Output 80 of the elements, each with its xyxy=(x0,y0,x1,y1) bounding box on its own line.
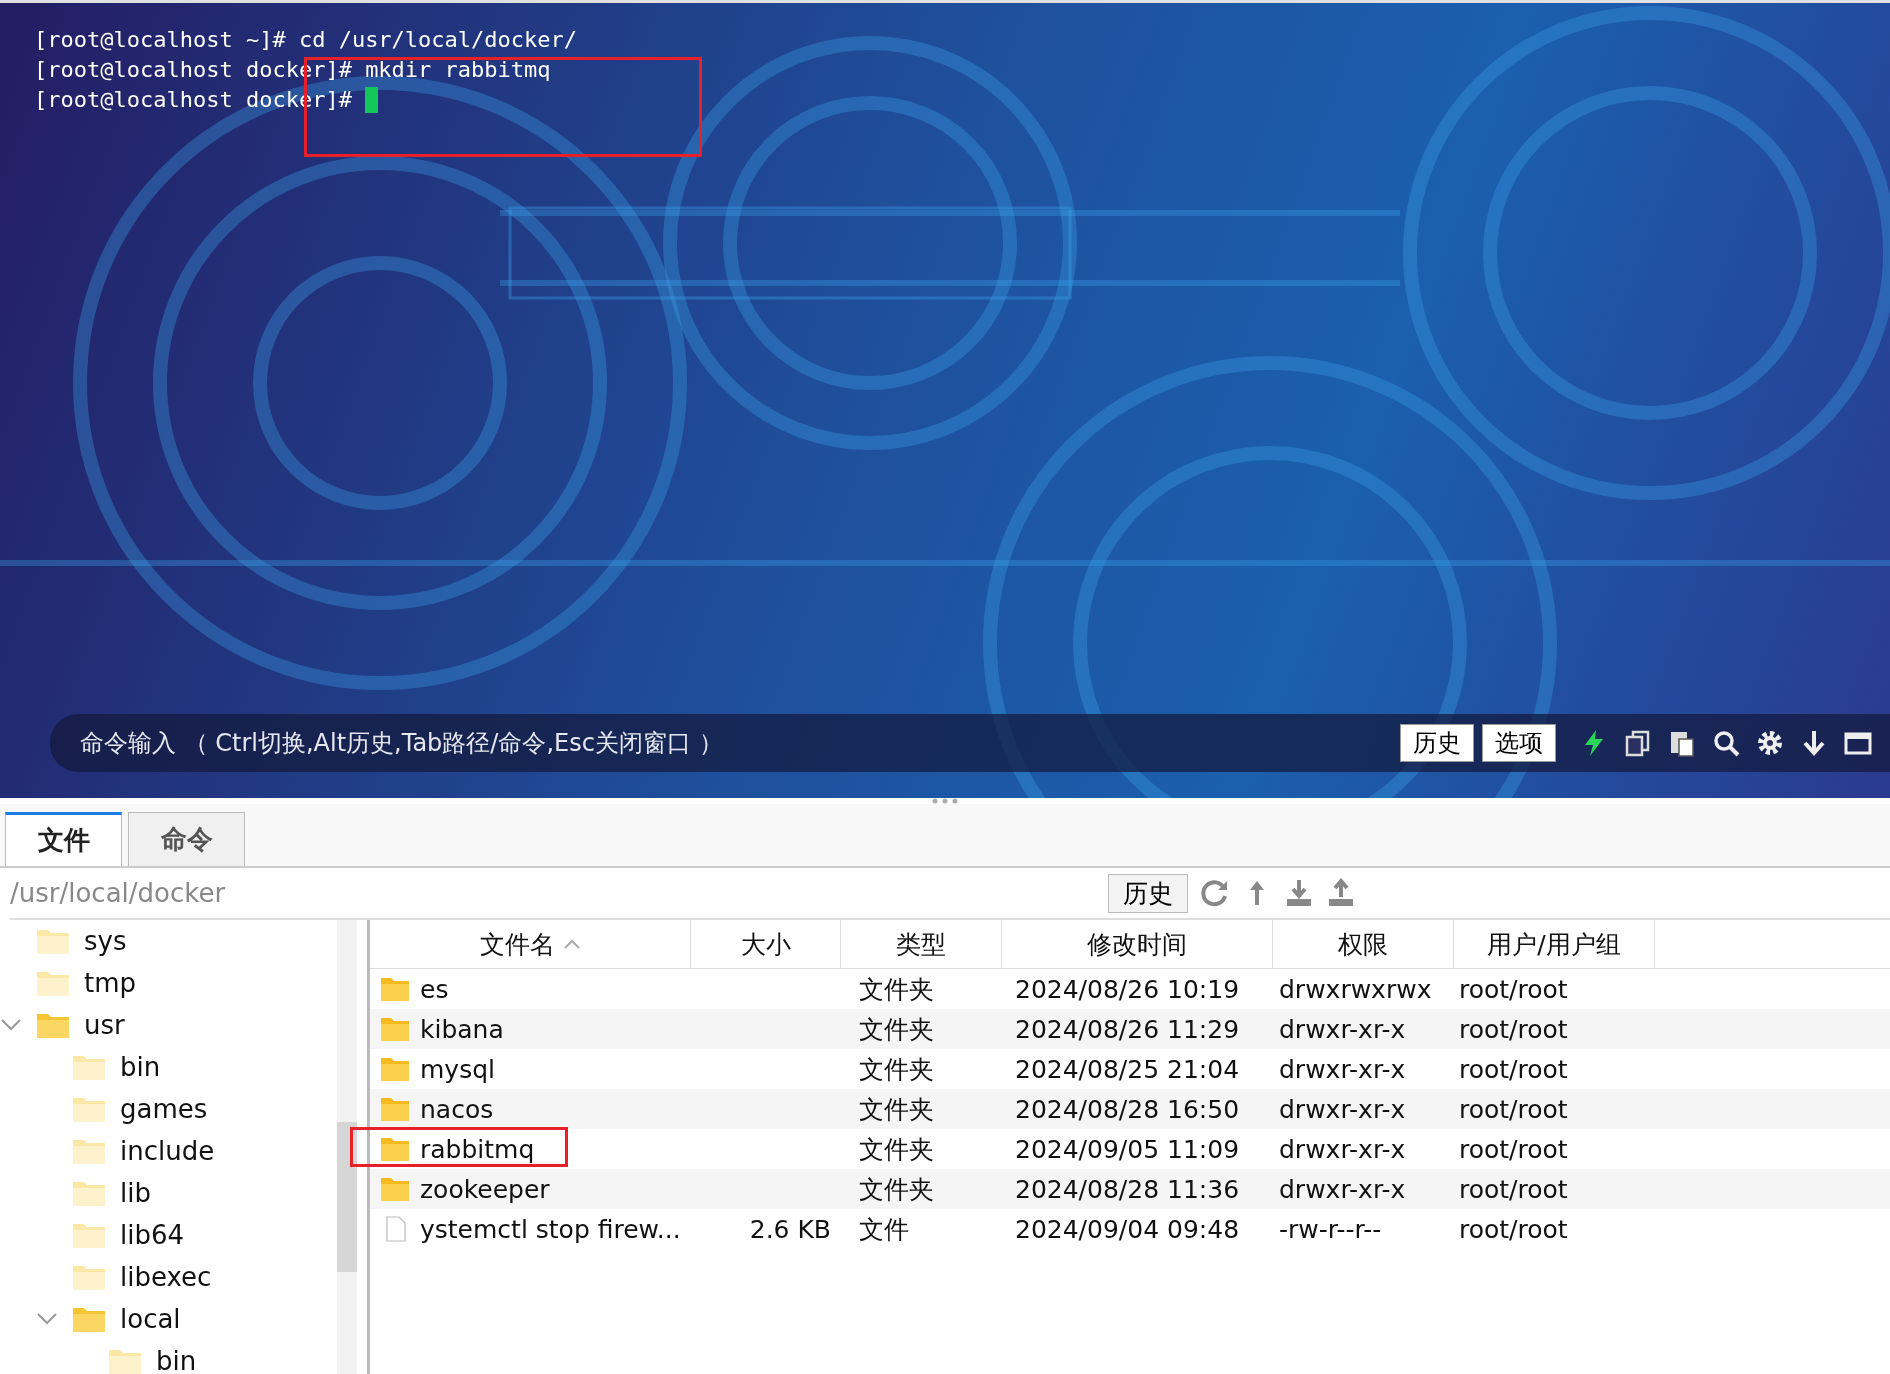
tree-item[interactable]: bin xyxy=(120,1052,161,1082)
folder-icon xyxy=(380,976,410,1002)
file-name[interactable]: ystemctl stop firew... xyxy=(420,1214,681,1244)
table-cell: 2024/08/26 10:19 xyxy=(1015,974,1240,1004)
terminal-line: [root@localhost ~]# cd /usr/local/docker/ xyxy=(34,26,578,54)
table-cell: root/root xyxy=(1459,1214,1568,1244)
tree-item[interactable]: lib xyxy=(120,1178,151,1208)
table-cell: -rw-r--r-- xyxy=(1279,1214,1382,1244)
table-cell: 2024/08/28 11:36 xyxy=(1015,1174,1240,1204)
table-cell: drwxr-xr-x xyxy=(1279,1134,1406,1164)
folder-icon xyxy=(380,1136,410,1162)
table-cell: 2.6 KB xyxy=(749,1214,831,1244)
tree-item[interactable]: bin xyxy=(156,1346,197,1374)
column-header[interactable]: 用户/用户组 xyxy=(1454,920,1655,968)
settings-icon[interactable] xyxy=(1756,729,1784,757)
tree-item[interactable]: usr xyxy=(84,1010,125,1040)
command-input-placeholder: 命令输入 （ Ctrl切换,Alt历史,Tab路径/命令,Esc关闭窗口 ） xyxy=(80,728,724,759)
table-cell-text: 文件夹 xyxy=(859,1173,934,1206)
folder-icon xyxy=(380,1056,410,1082)
upload-icon[interactable] xyxy=(1326,878,1356,908)
table-cell: root/root xyxy=(1459,1094,1568,1124)
table-cell: drwxr-xr-x xyxy=(1279,1054,1406,1084)
tree-item[interactable]: tmp xyxy=(84,968,137,998)
expand-chevron-icon[interactable] xyxy=(0,1018,22,1032)
tree-item[interactable]: games xyxy=(120,1094,208,1124)
tab[interactable]: 文件 xyxy=(5,812,122,866)
table-cell-text: 文件夹 xyxy=(859,1013,934,1046)
table-cell: root/root xyxy=(1459,1174,1568,1204)
file-name[interactable]: zookeeper xyxy=(420,1174,550,1204)
file-name[interactable]: nacos xyxy=(420,1094,494,1124)
table-cell: drwxr-xr-x xyxy=(1279,1014,1406,1044)
history-button[interactable]: 历史 xyxy=(1108,873,1188,913)
tree-item[interactable]: lib64 xyxy=(120,1220,185,1250)
table-cell: drwxrwxrwx xyxy=(1279,974,1432,1004)
tab[interactable]: 命令 xyxy=(128,812,245,866)
column-header[interactable]: 文件名 xyxy=(370,920,691,968)
search-icon[interactable] xyxy=(1712,729,1740,757)
table-cell: drwxr-xr-x xyxy=(1279,1174,1406,1204)
tree-item[interactable]: include xyxy=(120,1136,215,1166)
command-input-bar[interactable]: 命令输入 （ Ctrl切换,Alt历史,Tab路径/命令,Esc关闭窗口 ） 历史 选项 xyxy=(50,714,1890,772)
file-name[interactable]: mysql xyxy=(420,1054,495,1084)
table-cell: root/root xyxy=(1459,1014,1568,1044)
folder-icon xyxy=(380,1016,410,1042)
scrollbar-thumb[interactable] xyxy=(337,1122,357,1272)
column-header[interactable]: 大小 xyxy=(691,920,841,968)
path-field[interactable]: /usr/local/docker xyxy=(10,878,1108,908)
download-icon[interactable] xyxy=(1284,878,1314,908)
folder-icon xyxy=(380,1176,410,1202)
refresh-icon[interactable] xyxy=(1200,878,1230,908)
table-cell-text: 文件夹 xyxy=(859,1053,934,1086)
paste-icon[interactable] xyxy=(1668,729,1696,757)
table-cell: 2024/09/05 11:09 xyxy=(1015,1134,1240,1164)
table-cell: root/root xyxy=(1459,1054,1568,1084)
toolbar-button[interactable]: 选项 xyxy=(1482,724,1556,762)
tree-item[interactable]: sys xyxy=(84,926,127,956)
file-name[interactable]: es xyxy=(420,974,449,1004)
table-cell-text: 文件夹 xyxy=(859,1093,934,1126)
file-name[interactable]: kibana xyxy=(420,1014,504,1044)
file-name[interactable]: rabbitmq xyxy=(420,1134,535,1164)
column-header[interactable]: 权限 xyxy=(1273,920,1454,968)
expand-chevron-icon[interactable] xyxy=(36,1312,58,1326)
table-cell: root/root xyxy=(1459,1134,1568,1164)
scrollbar-track[interactable] xyxy=(337,920,357,1374)
folder-icon xyxy=(380,1096,410,1122)
tree-item[interactable]: local xyxy=(120,1304,181,1334)
splitter-handle-icon[interactable] xyxy=(930,798,960,804)
table-cell: 2024/08/26 11:29 xyxy=(1015,1014,1240,1044)
copy-icon[interactable] xyxy=(1624,729,1652,757)
table-cell: 2024/09/04 09:48 xyxy=(1015,1214,1240,1244)
column-header[interactable]: 修改时间 xyxy=(1002,920,1273,968)
table-cell-text: 文件夹 xyxy=(859,973,934,1006)
table-cell: 2024/08/28 16:50 xyxy=(1015,1094,1240,1124)
column-header[interactable]: 类型 xyxy=(841,920,1002,968)
toolbar-button[interactable]: 历史 xyxy=(1400,724,1474,762)
tree-item[interactable]: libexec xyxy=(120,1262,212,1292)
table-cell: 2024/08/25 21:04 xyxy=(1015,1054,1240,1084)
table-cell: root/root xyxy=(1459,974,1568,1004)
table-cell: drwxr-xr-x xyxy=(1279,1094,1406,1124)
table-cell-text: 文件 xyxy=(859,1213,909,1246)
table-cell-text: 文件夹 xyxy=(859,1133,934,1166)
